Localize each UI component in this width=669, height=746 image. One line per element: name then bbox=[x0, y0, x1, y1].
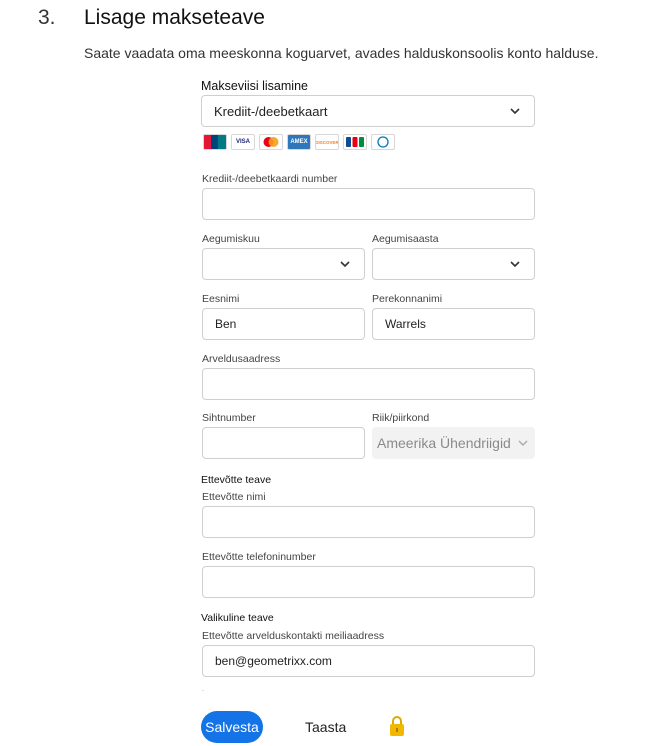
card-brand-logos: VISA AMEX DISCOVER bbox=[203, 134, 395, 150]
diners-club-icon bbox=[371, 134, 395, 150]
company-section-title: Ettevõtte teave bbox=[201, 474, 272, 486]
union-pay-icon bbox=[203, 134, 227, 150]
last-name-label: Perekonnanimi bbox=[372, 293, 443, 305]
address-label: Arveldusaadress bbox=[202, 353, 281, 365]
country-select[interactable]: Ameerika Ühendriigid bbox=[372, 427, 535, 459]
payment-method-select[interactable]: Krediit-/deebetkaart bbox=[201, 95, 535, 127]
company-phone-input[interactable] bbox=[202, 566, 535, 598]
amex-icon: AMEX bbox=[287, 134, 311, 150]
reset-button[interactable]: Taasta bbox=[305, 719, 346, 735]
first-name-label: Eesnimi bbox=[202, 293, 240, 305]
exp-year-label: Aegumisaasta bbox=[372, 233, 439, 245]
visa-icon: VISA bbox=[231, 134, 255, 150]
card-number-label: Krediit-/deebetkaardi number bbox=[202, 173, 338, 185]
zip-input[interactable] bbox=[202, 427, 365, 459]
exp-month-select[interactable] bbox=[202, 248, 365, 280]
billing-email-label: Ettevõtte arvelduskontakti meiliaadress bbox=[202, 630, 385, 642]
step-number: 3. bbox=[38, 6, 56, 29]
country-value: Ameerika Ühendriigid bbox=[377, 435, 511, 451]
mastercard-icon bbox=[259, 134, 283, 150]
exp-month-label: Aegumiskuu bbox=[202, 233, 260, 245]
company-name-label: Ettevõtte nimi bbox=[202, 491, 266, 503]
company-phone-label: Ettevõtte telefoninumber bbox=[202, 551, 316, 563]
country-label: Riik/piirkond bbox=[372, 412, 430, 424]
zip-label: Sihtnumber bbox=[202, 412, 256, 424]
chevron-down-icon bbox=[510, 261, 520, 268]
payment-method-value: Krediit-/deebetkaart bbox=[214, 103, 328, 119]
chevron-down-icon bbox=[340, 261, 350, 268]
chevron-down-icon bbox=[510, 108, 520, 115]
step-subtitle: Saate vaadata oma meeskonna koguarvet, a… bbox=[84, 45, 599, 61]
step-title: Lisage makseteave bbox=[84, 6, 265, 29]
billing-email-input[interactable]: ben@geometrixx.com bbox=[202, 645, 535, 677]
last-name-input[interactable]: Warrels bbox=[372, 308, 535, 340]
exp-year-select[interactable] bbox=[372, 248, 535, 280]
payment-method-label: Makseviisi lisamine bbox=[201, 79, 308, 93]
discover-icon: DISCOVER bbox=[315, 134, 339, 150]
company-name-input[interactable] bbox=[202, 506, 535, 538]
lock-icon bbox=[389, 715, 405, 742]
divider bbox=[202, 690, 204, 691]
address-input[interactable] bbox=[202, 368, 535, 400]
card-number-input[interactable] bbox=[202, 188, 535, 220]
save-button[interactable]: Salvesta bbox=[201, 711, 263, 743]
jcb-icon bbox=[343, 134, 367, 150]
chevron-down-icon bbox=[518, 440, 528, 446]
first-name-input[interactable]: Ben bbox=[202, 308, 365, 340]
optional-section-title: Valikuline teave bbox=[201, 612, 274, 624]
